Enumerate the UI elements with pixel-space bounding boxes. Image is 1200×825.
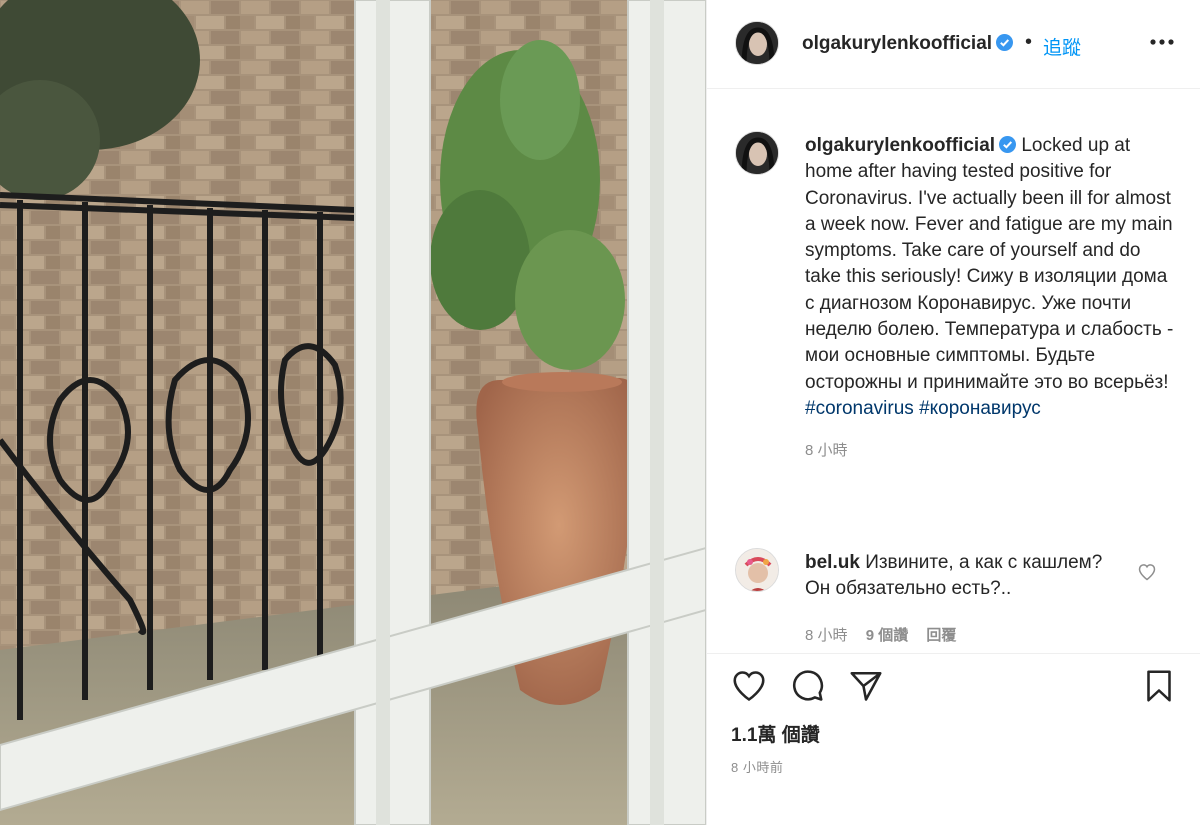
comment-icon[interactable] [789,668,825,704]
comment-body: bel.uk Извините, а как с кашлем? Он обяз… [805,550,1125,602]
follow-button[interactable]: 追蹤 [1043,33,1081,60]
caption-body: olgakurylenkoofficial Locked up at home … [805,133,1175,460]
heart-icon[interactable] [731,668,767,704]
separator-dot: • [1025,31,1033,53]
bookmark-icon[interactable] [1141,668,1177,704]
commenter-avatar[interactable] [735,548,779,592]
profile-picture [736,22,778,64]
comment-meta: 8 小時 9 個讚 回覆 [805,624,970,645]
commenter-picture [736,549,778,591]
profile-picture [736,132,778,174]
avatar[interactable] [735,131,779,175]
verified-badge-icon [999,136,1017,153]
username-text[interactable]: olgakurylenkoofficial [802,33,992,54]
comment-likes[interactable]: 9 個讚 [866,627,909,644]
avatar[interactable] [735,21,779,65]
more-options-icon[interactable] [1147,27,1177,57]
caption-username[interactable]: olgakurylenkoofficial [805,135,995,156]
window-photo-illustration [0,0,706,825]
commenter-username[interactable]: bel.uk [805,552,860,573]
post-timestamp[interactable]: 8 小時前 [731,757,783,776]
post-actions: 1.1萬 個讚 8 小時前 [707,653,1200,825]
post-panel: olgakurylenkoofficial • 追蹤 olgakurylenko… [706,0,1200,825]
post-photo[interactable] [0,0,706,825]
comment-time[interactable]: 8 小時 [805,627,848,644]
verified-badge-icon [996,34,1014,51]
hashtag-link[interactable]: #коронавирус [919,398,1041,419]
hashtag-list: #coronavirus #коронавирус [805,396,1175,422]
caption-text-english: Locked up at home after having tested po… [805,135,1173,288]
post-header: olgakurylenkoofficial • 追蹤 [707,0,1200,89]
hashtag-link[interactable]: #coronavirus [805,398,914,419]
comment-reply-button[interactable]: 回覆 [926,627,956,644]
comment-heart-icon[interactable] [1137,562,1157,582]
likes-count[interactable]: 1.1萬 個讚 [731,720,820,747]
post-author-username[interactable]: olgakurylenkoofficial [802,33,1014,55]
caption-time[interactable]: 8 小時 [805,442,1175,460]
share-icon[interactable] [848,668,884,704]
